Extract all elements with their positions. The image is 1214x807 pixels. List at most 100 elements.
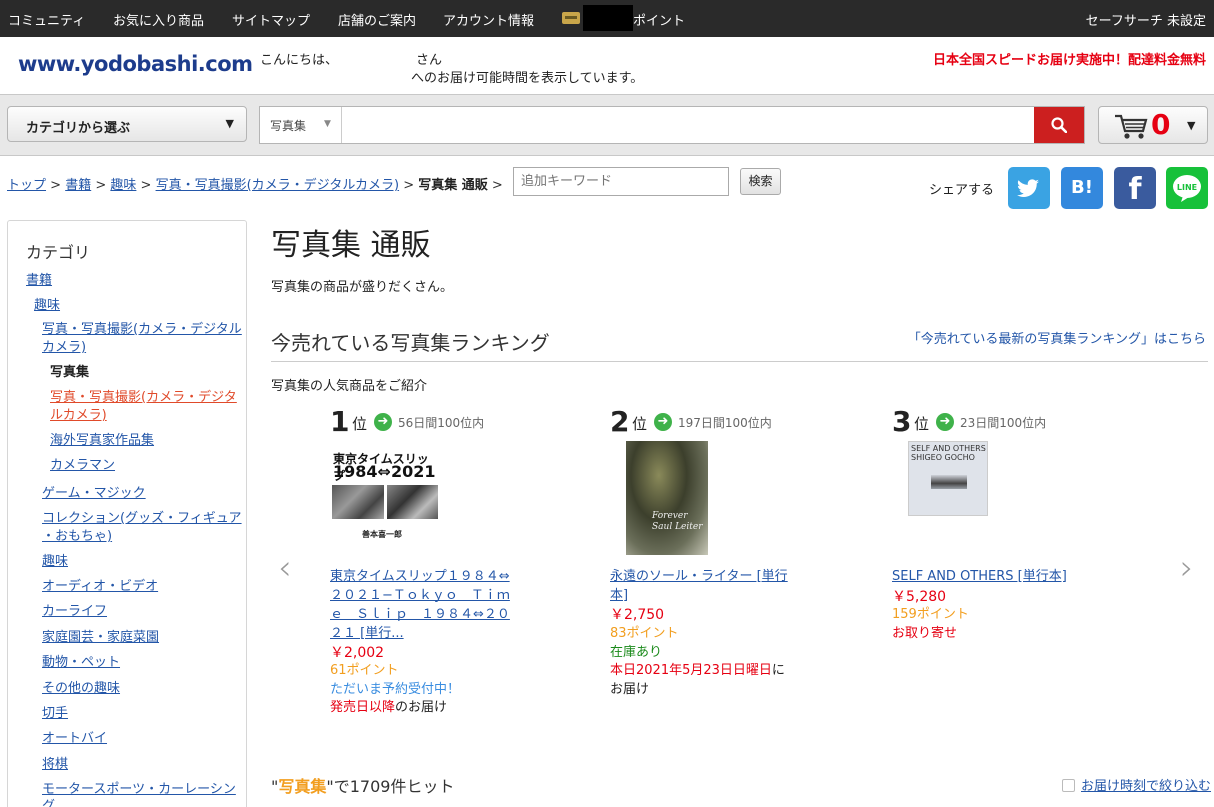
product-delivery: 発売日以降のお届け xyxy=(330,700,448,715)
search-icon xyxy=(1051,117,1067,133)
breadcrumb-books[interactable]: 書籍 xyxy=(65,178,91,193)
additional-keyword-input[interactable] xyxy=(513,167,729,196)
sidebar-item-audio[interactable]: オーディオ・ビデオ xyxy=(42,578,158,596)
greeting-text: こんにちは、 xyxy=(260,53,339,68)
sidebar-item-hobby[interactable]: 趣味 xyxy=(34,297,60,315)
product-price: ￥2,750 xyxy=(610,607,665,623)
breadcrumb-top[interactable]: トップ xyxy=(7,178,46,193)
arrow-circle-icon: ➜ xyxy=(654,413,672,431)
carousel-next-icon[interactable]: › xyxy=(1180,548,1194,588)
sidebar-item-games[interactable]: ゲーム・マジック xyxy=(42,485,146,503)
rank-days: 197日間100位内 xyxy=(678,416,772,430)
site-logo[interactable]: www.yodobashi.com xyxy=(18,52,253,76)
arrow-circle-icon: ➜ xyxy=(374,413,392,431)
caret-down-icon: ▼ xyxy=(225,117,234,130)
breadcrumb-hobby[interactable]: 趣味 xyxy=(110,178,136,193)
hit-keyword: 写真集 xyxy=(278,777,327,796)
search-scope-label: 写真集 xyxy=(270,119,307,133)
sidebar-item-overseas[interactable]: 海外写真家作品集 xyxy=(50,432,154,450)
redacted-points xyxy=(583,5,633,31)
rank-suffix: 位 xyxy=(632,415,648,433)
rank-number: 1 xyxy=(330,405,350,438)
sidebar-item-photobooks-current: 写真集 xyxy=(50,365,90,380)
sidebar-item-pets[interactable]: 動物・ペット xyxy=(42,654,120,672)
search-box: 写真集 ▼ xyxy=(259,106,1085,144)
page-description: 写真集の商品が盛りだくさん。 xyxy=(271,280,454,295)
breadcrumb: トップ > 書籍 > 趣味 > 写真・写真撮影(カメラ・デジタルカメラ) > 写… xyxy=(7,178,503,193)
delivery-time-filter-checkbox[interactable]: お届け時刻で絞り込む xyxy=(1062,775,1211,794)
sidebar-item-motorcycle[interactable]: オートバイ xyxy=(42,730,107,748)
product-delivery-line2: お届け xyxy=(610,682,650,697)
top-nav-bar: コミュニティ お気に入り商品 サイトマップ 店舗のご案内 アカウント情報 ポイン… xyxy=(0,0,1214,37)
sidebar-item-photography-sub[interactable]: 写真・写真撮影(カメラ・デジタ xyxy=(50,389,237,407)
sidebar-item-hobby2[interactable]: 趣味 xyxy=(42,553,68,571)
search-button[interactable] xyxy=(1034,107,1084,143)
product-status: 在庫あり xyxy=(610,645,663,660)
account-link[interactable]: アカウント情報 xyxy=(443,10,534,29)
category-button-label: カテゴリから選ぶ xyxy=(26,121,131,136)
sidebar-item-garden[interactable]: 家庭園芸・家庭菜園 xyxy=(42,629,159,647)
category-sidebar: カテゴリ 書籍 趣味 写真・写真撮影(カメラ・デジタル カメラ) 写真集 写真・… xyxy=(7,220,247,807)
category-select-button[interactable]: カテゴリから選ぶ ▼ xyxy=(7,106,247,142)
product-status: お取り寄せ xyxy=(892,626,958,641)
sidebar-item-collection[interactable]: コレクション(グッズ・フィギュア xyxy=(42,510,242,528)
ranking-subtitle: 写真集の人気商品をご紹介 xyxy=(271,379,428,394)
community-link[interactable]: コミュニティ xyxy=(8,10,85,29)
breadcrumb-current: 写真集 通販 xyxy=(418,178,488,193)
carousel-prev-icon[interactable]: ‹ xyxy=(278,548,292,588)
caret-down-icon: ▼ xyxy=(1187,119,1196,132)
line-icon: LINE xyxy=(1173,175,1201,202)
site-header: www.yodobashi.com こんにちは、 さん へのお届け可能時間を表示… xyxy=(0,37,1214,95)
sidebar-item-carlife[interactable]: カーライフ xyxy=(42,603,107,621)
sidebar-item-cameraman[interactable]: カメラマン xyxy=(50,457,115,475)
stores-link[interactable]: 店舗のご案内 xyxy=(338,10,416,29)
product-name-link[interactable]: SELF AND OTHERS [単行本] xyxy=(892,567,1088,586)
cart-button[interactable]: 0 ▼ xyxy=(1098,106,1208,144)
safesearch-link[interactable]: セーフサーチ 未設定 xyxy=(1086,10,1206,29)
facebook-share-button[interactable]: f xyxy=(1114,167,1156,209)
favorites-link[interactable]: お気に入り商品 xyxy=(113,10,204,29)
delivery-note: へのお届け可能時間を表示しています。 xyxy=(411,71,644,86)
line-share-button[interactable]: LINE xyxy=(1166,167,1208,209)
search-scope-select[interactable]: 写真集 ▼ xyxy=(260,107,342,143)
rank-suffix: 位 xyxy=(352,415,368,433)
keyword-search-button[interactable]: 検索 xyxy=(740,168,781,195)
rank-days: 56日間100位内 xyxy=(398,416,485,430)
product-price: ￥2,002 xyxy=(330,645,385,661)
promo-banner[interactable]: 日本全国スピードお届け実施中！配達料金無料 xyxy=(933,49,1206,68)
breadcrumb-photography[interactable]: 写真・写真撮影(カメラ・デジタルカメラ) xyxy=(156,178,400,193)
page-title: 写真集 通販 xyxy=(271,228,431,263)
points-link[interactable]: ポイント xyxy=(633,10,685,29)
sidebar-item-motorsports[interactable]: モータースポーツ・カーレーシン xyxy=(42,781,236,799)
product-name-link[interactable]: 永遠のソール・ライター [単行 本] xyxy=(610,567,806,605)
ranking-latest-link[interactable]: 「今売れている最新の写真集ランキング」はこちら xyxy=(908,328,1206,347)
sidebar-item-photography[interactable]: 写真・写真撮影(カメラ・デジタル xyxy=(42,321,242,339)
sidebar-item-shogi[interactable]: 将棋 xyxy=(42,756,68,774)
product-name-link[interactable]: 東京タイムスリップ１９８４⇔ ２０２１−Ｔｏｋｙｏ Ｔｉｍ ｅ Ｓｌｉｐ １９８４⇔… xyxy=(330,567,526,643)
sidebar-item-motorsports-cont[interactable]: グ xyxy=(42,798,55,807)
product-image-3[interactable]: SELF AND OTHERS SHIGEO GOCHO xyxy=(908,441,988,516)
ranking-heading: 今売れている写真集ランキング xyxy=(271,331,550,355)
sidebar-item-stamps[interactable]: 切手 xyxy=(42,705,68,723)
hatena-icon: B! xyxy=(1071,177,1093,198)
search-input[interactable] xyxy=(343,107,1033,143)
sidebar-item-books[interactable]: 書籍 xyxy=(26,272,52,290)
sitemap-link[interactable]: サイトマップ xyxy=(232,10,310,29)
search-hit-count: "写真集"で1709件ヒット xyxy=(271,777,455,796)
sidebar-item-photography-sub-cont[interactable]: ルカメラ) xyxy=(50,407,107,425)
product-points: 83ポイント xyxy=(610,626,679,641)
product-status: ただいま予約受付中！ xyxy=(330,682,461,697)
product-points: 61ポイント xyxy=(330,663,399,678)
caret-down-icon: ▼ xyxy=(324,119,331,129)
sidebar-item-collection-cont[interactable]: ・おもちゃ) xyxy=(42,528,112,546)
sidebar-item-other-hobby[interactable]: その他の趣味 xyxy=(42,680,120,698)
rank-number: 3 xyxy=(892,405,912,438)
facebook-icon: f xyxy=(1128,172,1142,207)
product-image-1[interactable]: 東京タイムスリップ 1984⇔2021 善本喜一郎 xyxy=(332,450,440,550)
sidebar-item-photography-cont[interactable]: カメラ) xyxy=(42,339,86,357)
hatena-bookmark-button[interactable]: B! xyxy=(1061,167,1103,209)
product-image-2[interactable]: Forever Saul Leiter xyxy=(626,441,708,555)
twitter-share-button[interactable] xyxy=(1008,167,1050,209)
cart-count: 0 xyxy=(1151,108,1171,141)
rank-number: 2 xyxy=(610,405,630,438)
